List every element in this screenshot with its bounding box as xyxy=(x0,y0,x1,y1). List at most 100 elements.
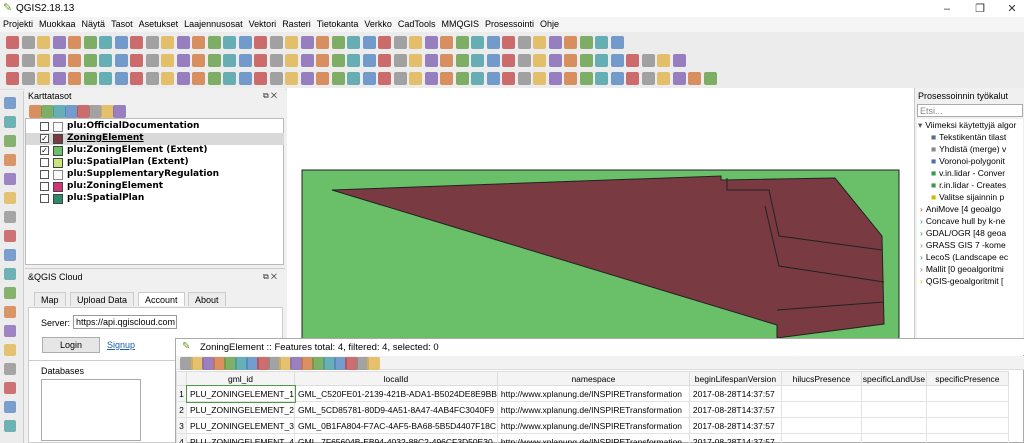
processing-algorithm-item[interactable]: ■ v.in.lidar - Conver xyxy=(931,168,1005,178)
advanced-tool-icon[interactable] xyxy=(703,72,717,85)
advanced-tool-icon[interactable] xyxy=(486,72,500,85)
digitize-tool-icon[interactable] xyxy=(254,54,267,67)
processing-provider-item[interactable]: › Concave hull by k-ne xyxy=(920,216,1005,226)
toolbar-tool-icon[interactable] xyxy=(238,36,252,49)
advanced-tool-icon[interactable] xyxy=(424,72,438,85)
digitize-tool-icon[interactable] xyxy=(207,54,221,67)
toolbar-tool-icon[interactable] xyxy=(37,36,50,49)
toolbar-tool-icon[interactable] xyxy=(130,36,143,49)
advanced-tool-icon[interactable] xyxy=(579,72,593,85)
table-cell[interactable]: http://www.xplanung.de/INSPIRETransforma… xyxy=(496,433,690,443)
advanced-tool-icon[interactable] xyxy=(269,72,283,85)
menu-item[interactable]: MMQGIS xyxy=(438,17,482,29)
table-cell[interactable]: PLU_ZONINGELEMENT_3 xyxy=(186,417,295,434)
digitize-tool-icon[interactable] xyxy=(192,54,205,67)
advanced-tool-icon[interactable] xyxy=(657,72,670,85)
row-number[interactable]: 2 xyxy=(176,401,187,418)
digitize-tool-icon[interactable] xyxy=(114,54,128,67)
column-header[interactable]: specificLandUse xyxy=(860,371,927,386)
toolbar-tool-icon[interactable] xyxy=(207,36,221,49)
processing-provider-item[interactable]: › LecoS (Landscape ec xyxy=(920,252,1008,262)
advanced-tool-icon[interactable] xyxy=(176,72,190,85)
add-layer-tool-icon[interactable] xyxy=(4,135,16,147)
table-cell[interactable]: 2017-08-28T14:37:57 xyxy=(688,417,782,434)
table-row[interactable]: 3 PLU_ZONINGELEMENT_3 GML_0B1FA804-F7AC-4A… xyxy=(176,417,1009,434)
menu-item[interactable]: Verkko xyxy=(361,17,395,29)
add-layer-tool-icon[interactable] xyxy=(4,287,16,299)
add-layer-tool-icon[interactable] xyxy=(4,249,16,261)
processing-provider-item[interactable]: › Mallit [0 geoalgoritmi xyxy=(920,264,1004,274)
table-cell[interactable] xyxy=(780,385,862,402)
tab-map[interactable]: Map xyxy=(34,292,66,306)
advanced-tool-icon[interactable] xyxy=(610,72,624,85)
column-header[interactable]: hilucsPresence xyxy=(780,371,862,386)
digitize-tool-icon[interactable] xyxy=(610,54,624,67)
advanced-tool-icon[interactable] xyxy=(378,72,391,85)
toolbar-tool-icon[interactable] xyxy=(331,36,345,49)
advanced-tool-icon[interactable] xyxy=(145,72,159,85)
tab-about[interactable]: About xyxy=(188,292,226,306)
layer-visibility-checkbox[interactable]: ✓ xyxy=(40,134,49,143)
processing-algorithm-item[interactable]: ■ Yhdistä (merge) v xyxy=(931,144,1006,154)
processing-provider-item[interactable]: › AniMove [4 geoalgo xyxy=(920,204,1001,214)
advanced-tool-icon[interactable] xyxy=(347,72,360,85)
menu-item[interactable]: Prosessointi xyxy=(482,17,537,29)
add-layer-tool-icon[interactable] xyxy=(4,420,16,432)
advanced-tool-icon[interactable] xyxy=(688,72,701,85)
toolbar-tool-icon[interactable] xyxy=(316,36,329,49)
layer-visibility-checkbox[interactable] xyxy=(40,194,49,203)
digitize-tool-icon[interactable] xyxy=(657,54,670,67)
layer-item[interactable]: plu:SupplementaryRegulation xyxy=(26,169,284,181)
menu-item[interactable]: Tasot xyxy=(108,17,136,29)
layer-item[interactable]: plu:ZoningElement xyxy=(26,181,284,193)
digitize-tool-icon[interactable] xyxy=(548,54,562,67)
layer-item[interactable]: ✓ ZoningElement xyxy=(26,133,284,145)
digitize-tool-icon[interactable] xyxy=(486,54,500,67)
toolbar-tool-icon[interactable] xyxy=(610,36,624,49)
digitize-tool-icon[interactable] xyxy=(269,54,283,67)
table-cell[interactable] xyxy=(780,401,862,418)
toolbar-tool-icon[interactable] xyxy=(347,36,360,49)
processing-algorithm-item[interactable]: ■ Voronoi-polygonit xyxy=(931,156,1005,166)
menu-item[interactable]: CadTools xyxy=(395,17,439,29)
advanced-tool-icon[interactable] xyxy=(564,72,577,85)
toolbar-tool-icon[interactable] xyxy=(68,36,81,49)
column-header[interactable]: specificPresence xyxy=(925,371,1009,386)
digitize-tool-icon[interactable] xyxy=(471,54,484,67)
table-cell[interactable] xyxy=(925,417,1009,434)
table-cell[interactable]: PLU_ZONINGELEMENT_1 xyxy=(185,384,296,403)
digitize-tool-icon[interactable] xyxy=(21,54,35,67)
toolbar-tool-icon[interactable] xyxy=(378,36,391,49)
add-layer-tool-icon[interactable] xyxy=(4,268,16,280)
toolbar-tool-icon[interactable] xyxy=(6,36,19,49)
processing-recent-group[interactable]: ▾ Viimeksi käytettyjä algor xyxy=(918,120,1016,131)
server-input[interactable]: https://api.qgiscloud.com xyxy=(73,315,177,329)
menu-item[interactable]: Näytä xyxy=(79,17,109,29)
close-icon[interactable]: ✕ xyxy=(1005,2,1019,16)
digitize-tool-icon[interactable] xyxy=(176,54,190,67)
toolbar-tool-icon[interactable] xyxy=(409,36,422,49)
advanced-tool-icon[interactable] xyxy=(99,72,112,85)
toolbar-tool-icon[interactable] xyxy=(502,36,515,49)
add-layer-tool-icon[interactable] xyxy=(4,401,16,413)
advanced-tool-icon[interactable] xyxy=(192,72,205,85)
advanced-tool-icon[interactable] xyxy=(362,72,376,85)
digitize-tool-icon[interactable] xyxy=(37,54,50,67)
add-layer-tool-icon[interactable] xyxy=(4,325,16,337)
table-cell[interactable] xyxy=(925,401,1009,418)
toolbar-tool-icon[interactable] xyxy=(176,36,190,49)
menu-item[interactable]: Muokkaa xyxy=(36,17,79,29)
table-cell[interactable]: 2017-08-28T14:37:57 xyxy=(688,401,782,418)
add-layer-tool-icon[interactable] xyxy=(4,211,16,223)
add-layer-tool-icon[interactable] xyxy=(4,97,16,109)
table-row[interactable]: 4 PLU_ZONINGELEMENT_4 GML_7F65604B-EB94-40… xyxy=(176,433,1009,443)
toolbar-tool-icon[interactable] xyxy=(548,36,562,49)
advanced-tool-icon[interactable] xyxy=(440,72,453,85)
advanced-tool-icon[interactable] xyxy=(409,72,422,85)
digitize-tool-icon[interactable] xyxy=(130,54,143,67)
advanced-tool-icon[interactable] xyxy=(37,72,50,85)
processing-algorithm-item[interactable]: ■ r.in.lidar - Creates xyxy=(931,180,1006,190)
digitize-tool-icon[interactable] xyxy=(455,54,469,67)
table-cell[interactable] xyxy=(860,401,927,418)
toolbar-tool-icon[interactable] xyxy=(440,36,453,49)
